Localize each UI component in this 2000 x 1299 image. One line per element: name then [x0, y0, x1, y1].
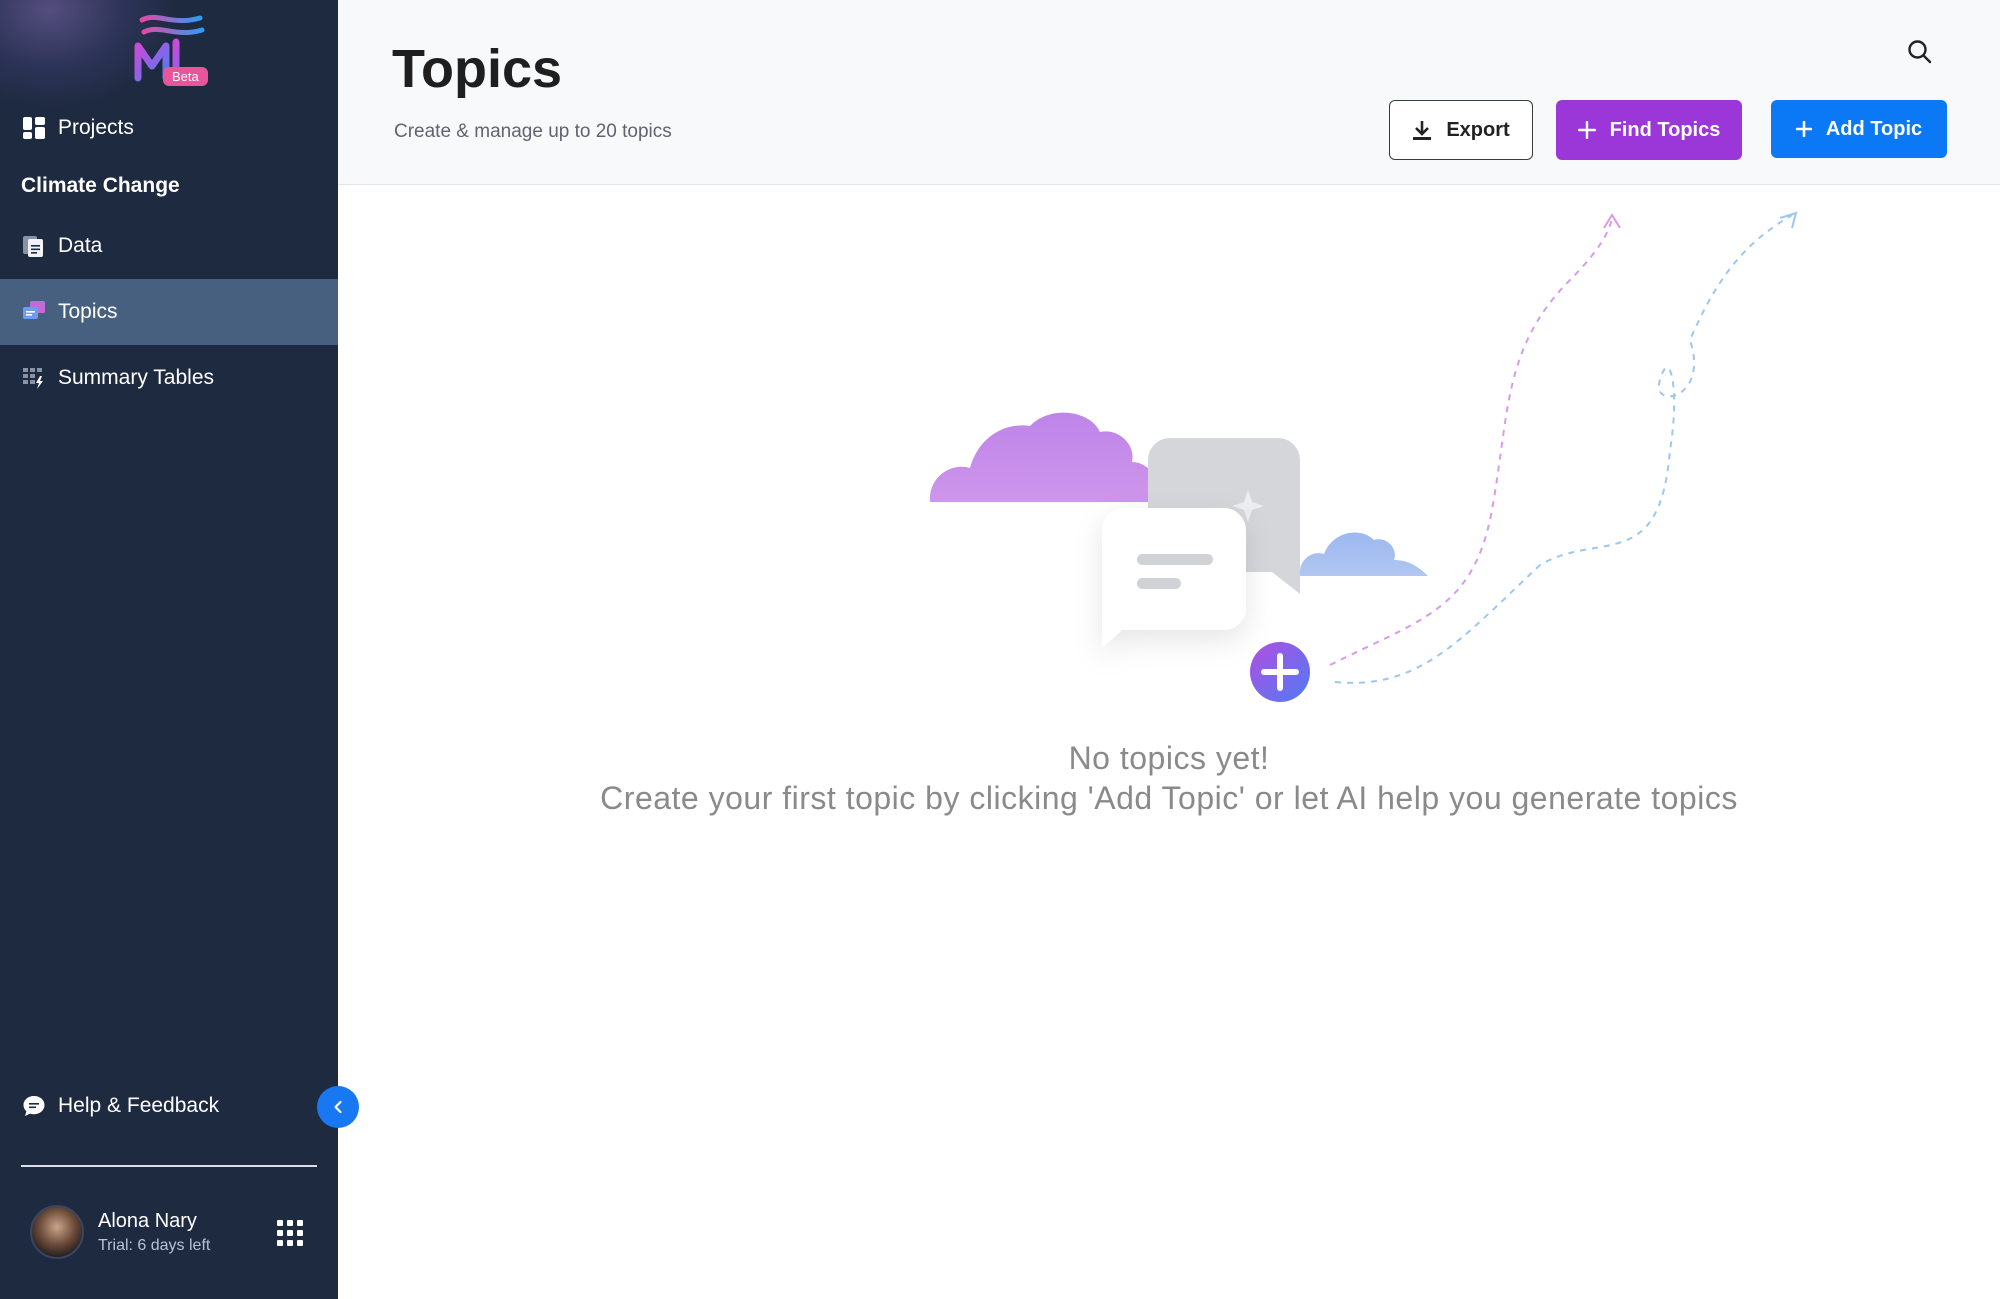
find-topics-label: Find Topics: [1609, 118, 1721, 141]
project-name: Climate Change: [21, 174, 180, 197]
page-title: Topics: [392, 39, 563, 99]
trial-status: Trial: 6 days left: [98, 1236, 211, 1254]
app-grid-icon[interactable]: [277, 1220, 303, 1246]
empty-state-illustration: [929, 211, 1798, 702]
topics-icon: [22, 300, 46, 324]
sidebar-item-topics[interactable]: Topics: [0, 279, 338, 345]
sidebar-item-label: Summary Tables: [58, 366, 215, 389]
sidebar: Beta Projects Climate Change Data Topics…: [0, 0, 338, 1299]
page-header: Topics Create & manage up to 20 topics E…: [338, 0, 2000, 185]
chevron-left-icon: [334, 1100, 342, 1114]
collapse-sidebar-button[interactable]: [317, 1086, 359, 1128]
find-topics-button[interactable]: Find Topics: [1556, 100, 1742, 160]
page-subtitle: Create & manage up to 20 topics: [394, 121, 672, 142]
avatar: [30, 1205, 84, 1259]
sidebar-item-projects[interactable]: Projects: [0, 95, 338, 161]
export-label: Export: [1446, 118, 1510, 141]
help-feedback-label: Help & Feedback: [58, 1094, 220, 1117]
empty-state-description: Create your first topic by clicking 'Add…: [600, 780, 1738, 816]
sidebar-item-summary-tables[interactable]: Summary Tables: [0, 345, 338, 411]
chat-bubble-icon: [22, 1094, 46, 1118]
add-topic-label: Add Topic: [1825, 117, 1923, 140]
table-lightning-icon: [22, 366, 46, 390]
empty-state-title: No topics yet!: [1068, 740, 1270, 776]
document-icon: [22, 234, 46, 258]
plus-icon: [1795, 121, 1812, 137]
search-button[interactable]: [1906, 38, 1936, 68]
user-profile[interactable]: Alona Nary Trial: 6 days left: [30, 1205, 210, 1259]
download-icon: [1412, 119, 1432, 141]
plus-icon: [1577, 121, 1596, 139]
sidebar-item-data[interactable]: Data: [0, 213, 338, 279]
sidebar-item-label: Projects: [58, 116, 134, 139]
add-topic-button[interactable]: Add Topic: [1771, 100, 1947, 158]
sidebar-item-label: Topics: [58, 300, 118, 323]
sidebar-item-label: Data: [58, 234, 103, 257]
help-feedback-link[interactable]: Help & Feedback: [0, 1073, 338, 1139]
search-icon: [1908, 40, 1932, 64]
export-button[interactable]: Export: [1389, 100, 1533, 160]
user-name: Alona Nary: [98, 1209, 197, 1232]
beta-badge: Beta: [163, 67, 208, 86]
sidebar-divider: [21, 1165, 317, 1167]
dashboard-icon: [22, 116, 46, 140]
